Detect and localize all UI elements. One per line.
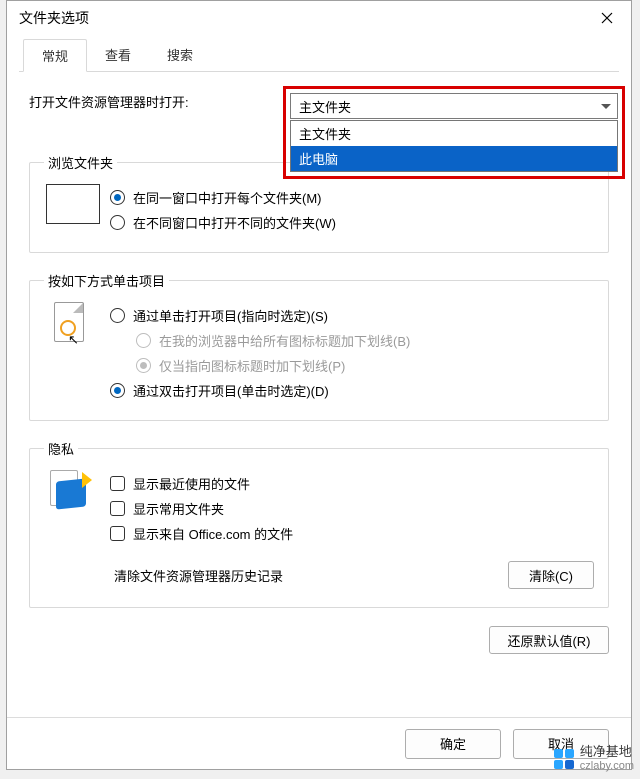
group-click-legend: 按如下方式单击项目 — [44, 271, 169, 290]
click-preview-icon: ↖ — [54, 302, 88, 344]
restore-row: 还原默认值(R) — [29, 626, 609, 654]
radio-double-click-label: 通过双击打开项目(单击时选定)(D) — [133, 381, 329, 400]
clear-history-row: 清除文件资源管理器历史记录 清除(C) — [114, 561, 594, 589]
open-explorer-dropdown[interactable]: 主文件夹 — [290, 93, 618, 119]
radio-same-window-label: 在同一窗口中打开每个文件夹(M) — [133, 188, 322, 207]
radio-diff-window-label: 在不同窗口中打开不同的文件夹(W) — [133, 213, 336, 232]
open-explorer-label: 打开文件资源管理器时打开: — [29, 92, 189, 111]
browse-preview-icon — [46, 184, 100, 224]
watermark-logo-icon — [554, 749, 574, 769]
radio-underline-all — [136, 333, 151, 348]
dropdown-selected: 主文件夹 — [299, 97, 351, 116]
check-office-label: 显示来自 Office.com 的文件 — [133, 524, 293, 543]
privacy-icon — [50, 468, 90, 512]
radio-double-click[interactable] — [110, 383, 125, 398]
check-office-row[interactable]: 显示来自 Office.com 的文件 — [110, 524, 594, 543]
check-frequent-row[interactable]: 显示常用文件夹 — [110, 499, 594, 518]
radio-underline-point-label: 仅当指向图标标题时加下划线(P) — [159, 356, 345, 375]
tab-general[interactable]: 常规 — [23, 39, 87, 72]
check-recent[interactable] — [110, 476, 125, 491]
radio-underline-all-row: 在我的浏览器中给所有图标标题加下划线(B) — [136, 331, 594, 350]
radio-underline-all-label: 在我的浏览器中给所有图标标题加下划线(B) — [159, 331, 410, 350]
check-recent-label: 显示最近使用的文件 — [133, 474, 250, 493]
tab-content: 打开文件资源管理器时打开: 主文件夹 主文件夹 此电脑 浏览文件夹 — [7, 72, 631, 664]
check-office[interactable] — [110, 526, 125, 541]
restore-defaults-button[interactable]: 还原默认值(R) — [489, 626, 609, 654]
radio-single-click-row[interactable]: 通过单击打开项目(指向时选定)(S) — [110, 306, 594, 325]
tab-strip: 常规 查看 搜索 — [19, 39, 619, 72]
ok-button[interactable]: 确定 — [405, 729, 501, 759]
group-privacy: 隐私 显示最近使用的文件 显示常用文件夹 显示来自 — [29, 439, 609, 608]
radio-underline-point — [136, 358, 151, 373]
watermark-name: 纯净基地 — [580, 745, 634, 760]
group-browse-legend: 浏览文件夹 — [44, 153, 117, 172]
dropdown-list: 主文件夹 此电脑 — [290, 120, 618, 172]
chevron-down-icon — [601, 104, 611, 109]
dropdown-option-thispc[interactable]: 此电脑 — [291, 146, 617, 171]
radio-same-window-row[interactable]: 在同一窗口中打开每个文件夹(M) — [110, 188, 594, 207]
title-bar: 文件夹选项 — [7, 1, 631, 35]
group-privacy-legend: 隐私 — [44, 439, 78, 458]
radio-double-click-row[interactable]: 通过双击打开项目(单击时选定)(D) — [110, 381, 594, 400]
radio-diff-window[interactable] — [110, 215, 125, 230]
radio-single-click-label: 通过单击打开项目(指向时选定)(S) — [133, 306, 328, 325]
radio-single-click[interactable] — [110, 308, 125, 323]
radio-underline-point-row: 仅当指向图标标题时加下划线(P) — [136, 356, 594, 375]
dialog-footer: 确定 取消 — [7, 717, 631, 769]
radio-same-window[interactable] — [110, 190, 125, 205]
dropdown-option-home[interactable]: 主文件夹 — [291, 121, 617, 146]
dialog-title: 文件夹选项 — [19, 8, 89, 28]
check-recent-row[interactable]: 显示最近使用的文件 — [110, 474, 594, 493]
watermark: 纯净基地 czlaby.com — [554, 745, 634, 773]
check-frequent-label: 显示常用文件夹 — [133, 499, 224, 518]
close-button[interactable] — [585, 3, 629, 33]
watermark-url: czlaby.com — [580, 760, 634, 773]
tab-search[interactable]: 搜索 — [149, 39, 211, 71]
tab-view[interactable]: 查看 — [87, 39, 149, 71]
clear-history-label: 清除文件资源管理器历史记录 — [114, 566, 283, 585]
clear-button[interactable]: 清除(C) — [508, 561, 594, 589]
open-explorer-highlight: 主文件夹 主文件夹 此电脑 — [283, 86, 625, 179]
close-icon — [601, 12, 613, 24]
open-explorer-row: 打开文件资源管理器时打开: 主文件夹 主文件夹 此电脑 — [29, 92, 609, 111]
folder-options-dialog: 文件夹选项 常规 查看 搜索 打开文件资源管理器时打开: 主文件夹 主文件夹 此… — [6, 0, 632, 770]
check-frequent[interactable] — [110, 501, 125, 516]
group-click-items: 按如下方式单击项目 ↖ 通过单击打开项目(指向时选定)(S) 在我的浏览器中给所… — [29, 271, 609, 421]
radio-diff-window-row[interactable]: 在不同窗口中打开不同的文件夹(W) — [110, 213, 594, 232]
